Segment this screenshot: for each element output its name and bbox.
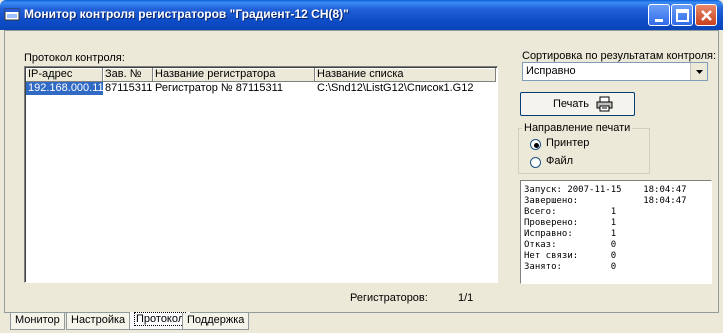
registrators-count-value: 1/1 — [458, 292, 474, 304]
cell-registrator-name: Регистратор № 87115311 — [155, 82, 284, 94]
protocol-list[interactable]: IP-адрес Зав. № Название регистратора На… — [24, 66, 498, 283]
column-header-ip[interactable]: IP-адрес — [26, 68, 103, 82]
maximize-button[interactable] — [671, 4, 693, 26]
tab-monitor-label: Монитор — [15, 314, 60, 326]
cell-list-name: C:\Snd12\ListG12\Список1.G12 — [317, 82, 474, 94]
sort-select-value: Исправно — [526, 65, 576, 77]
tab-settings[interactable]: Настройка — [66, 313, 131, 330]
protocol-label: Протокол контроля: — [24, 52, 125, 64]
close-button[interactable] — [695, 4, 717, 26]
close-icon — [701, 10, 712, 21]
tab-protocol-label: Протокол — [134, 312, 187, 326]
print-direction-label: Направление печати — [522, 122, 633, 134]
list-header: IP-адрес Зав. № Название регистратора На… — [26, 68, 496, 82]
column-header-list-name[interactable]: Название списка — [315, 68, 496, 82]
maximize-icon — [676, 9, 689, 22]
printer-icon — [596, 96, 613, 112]
application-window: Монитор контроля регистраторов "Градиент… — [0, 0, 723, 333]
stat-ok: Исправно: 1 — [524, 229, 617, 239]
tab-settings-label: Настройка — [71, 314, 126, 326]
radio-printer[interactable] — [530, 139, 541, 150]
radio-printer-label[interactable]: Принтер — [546, 137, 589, 149]
statistics-box: Запуск: 2007-11-15 18:04:47 Завершено: 1… — [520, 180, 712, 284]
tab-monitor[interactable]: Монитор — [10, 313, 65, 330]
tab-support[interactable]: Поддержка — [182, 313, 250, 330]
tab-strip: Монитор Настройка Протокол Поддержка — [4, 312, 304, 331]
registrators-count-label: Регистраторов: — [350, 292, 428, 304]
cell-ip: 192.168.000.111 — [26, 82, 103, 95]
app-window-icon[interactable] — [4, 7, 20, 23]
stat-busy: Занято: 0 — [524, 262, 617, 272]
title-bar[interactable]: Монитор контроля регистраторов "Градиент… — [0, 0, 723, 30]
sort-select[interactable]: Исправно — [522, 62, 708, 81]
radio-file-label[interactable]: Файл — [546, 155, 573, 167]
minimize-button[interactable] — [648, 4, 670, 26]
stat-failed: Отказ: 0 — [524, 240, 617, 250]
stat-no-connection: Нет связи: 0 — [524, 251, 617, 261]
window-title: Монитор контроля регистраторов "Градиент… — [24, 7, 349, 21]
cell-serial: 87115311 — [105, 82, 153, 94]
radio-file[interactable] — [530, 157, 541, 168]
stat-start: Запуск: 2007-11-15 18:04:47 — [524, 185, 687, 195]
stat-checked: Проверено: 1 — [524, 218, 617, 228]
stat-finished: Завершено: 18:04:47 — [524, 196, 687, 206]
sort-dropdown-button[interactable] — [690, 63, 707, 80]
minimize-icon — [655, 19, 663, 22]
chevron-down-icon — [696, 70, 703, 74]
tab-support-label: Поддержка — [187, 314, 245, 326]
stat-total: Всего: 1 — [524, 207, 617, 217]
radio-selected-dot — [534, 143, 539, 148]
print-button-label: Печать — [553, 98, 590, 110]
sort-label: Сортировка по результатам контроля: — [522, 50, 717, 62]
column-header-serial[interactable]: Зав. № — [103, 68, 153, 82]
print-button[interactable]: Печать — [520, 92, 635, 116]
column-header-registrator-name[interactable]: Название регистратора — [153, 68, 315, 82]
